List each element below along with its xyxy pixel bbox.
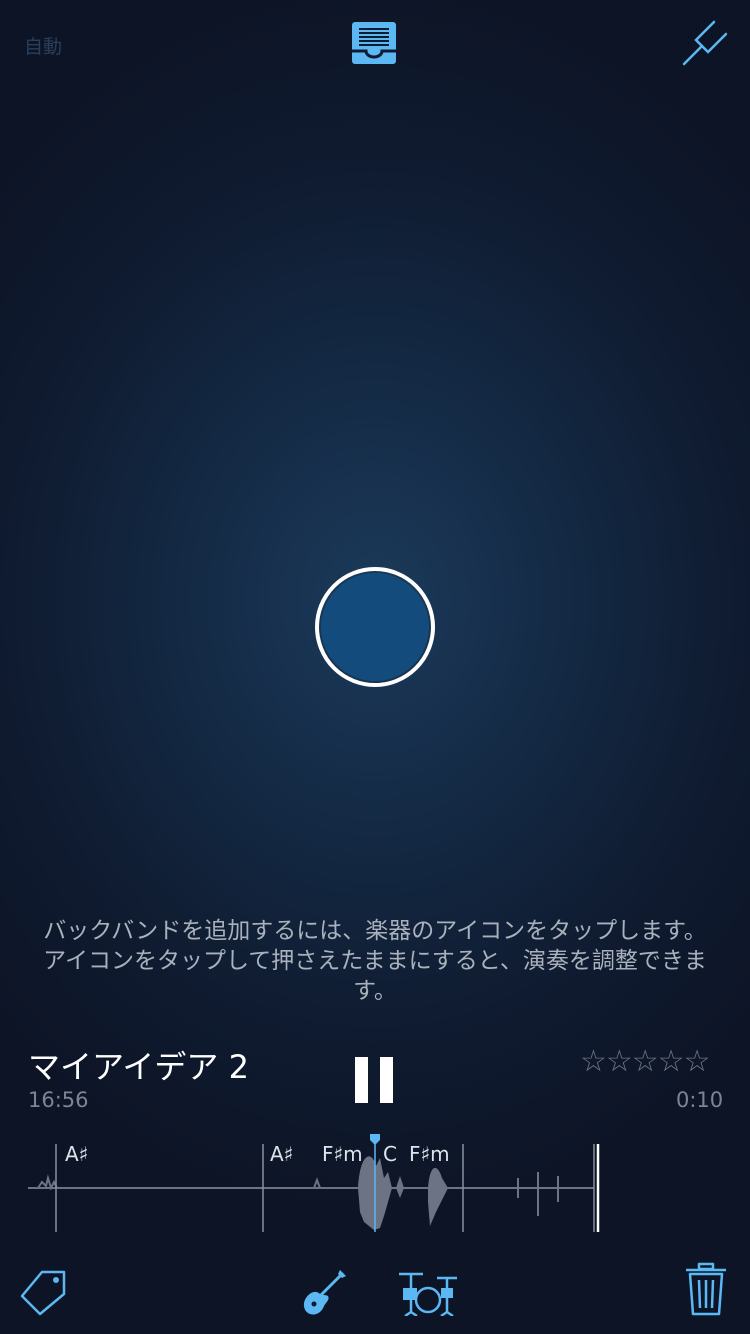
record-icon xyxy=(321,573,429,681)
tuning-fork-icon[interactable] xyxy=(680,20,730,68)
guitar-icon[interactable] xyxy=(300,1268,348,1316)
record-button[interactable] xyxy=(315,567,435,687)
chord-label: F♯m xyxy=(322,1142,363,1166)
auto-mode-label[interactable]: 自動 xyxy=(24,32,62,59)
backing-band-hint: バックバンドを追加するには、楽器のアイコンをタップします。アイコンをタップして押… xyxy=(43,918,707,1004)
pause-button[interactable] xyxy=(355,1057,395,1103)
waveform-scrubber[interactable] xyxy=(24,1132,604,1236)
recording-time: 16:56 xyxy=(28,1088,89,1112)
inbox-icon[interactable] xyxy=(350,18,398,68)
pause-icon xyxy=(355,1057,368,1103)
elapsed-time: 0:10 xyxy=(676,1088,724,1112)
star-rating[interactable]: ☆☆☆☆☆ xyxy=(580,1044,710,1079)
chord-label: F♯m xyxy=(409,1142,450,1166)
chord-label: C xyxy=(383,1142,397,1166)
drums-icon[interactable] xyxy=(397,1268,459,1318)
trash-icon[interactable] xyxy=(684,1262,728,1316)
tag-icon[interactable] xyxy=(20,1268,70,1318)
recording-title[interactable]: マイアイデア 2 xyxy=(28,1042,249,1088)
chord-label: A♯ xyxy=(65,1142,89,1166)
chord-label: A♯ xyxy=(270,1142,294,1166)
